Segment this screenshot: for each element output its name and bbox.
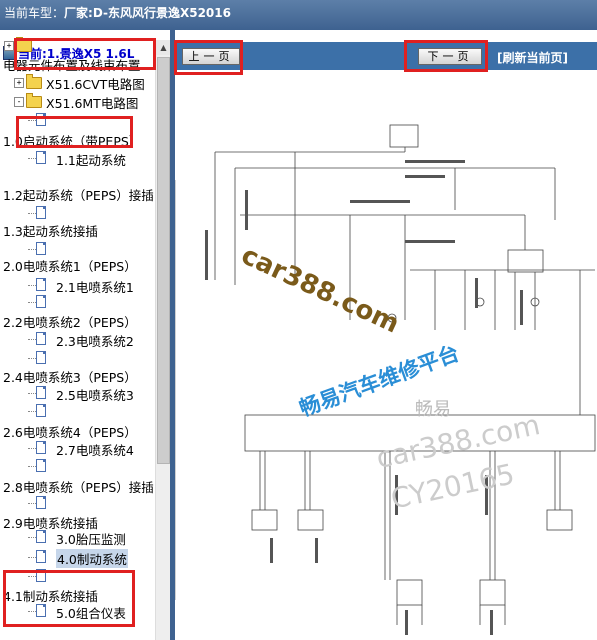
document-icon — [36, 459, 46, 472]
tree-item-label: 1.3起动系统接插 — [3, 224, 98, 239]
tree-connector — [28, 302, 36, 303]
highlight-mt-folder — [16, 116, 133, 148]
refresh-page-link[interactable]: [刷新当前页] — [497, 49, 568, 66]
tree-item-label: 2.3电喷系统2 — [56, 334, 134, 349]
tree-connector — [28, 158, 36, 159]
watermark-brand: 畅易 — [415, 399, 451, 420]
tree-document[interactable]: 2.1电喷系统1 — [0, 277, 155, 295]
tree-document[interactable]: 2.3电喷系统2 — [0, 331, 155, 349]
tree-category[interactable]: 2.6电喷系统4（PEPS） — [0, 422, 155, 440]
title-label: 当前车型： — [4, 6, 65, 20]
document-icon — [36, 404, 46, 417]
tree-document[interactable] — [0, 294, 155, 312]
highlight-prev — [174, 40, 243, 75]
tree-item-label: 1.1起动系统 — [56, 153, 126, 168]
folder-icon — [26, 93, 42, 108]
tree-category[interactable]: 1.2起动系统（PEPS）接插 — [0, 185, 155, 203]
tree-category[interactable]: 2.2电喷系统2（PEPS） — [0, 312, 155, 330]
expand-icon[interactable]: + — [4, 41, 14, 51]
document-icon — [36, 278, 46, 291]
tree-document[interactable]: 4.0制动系统 — [0, 549, 155, 568]
tree-item-label: 2.2电喷系统2（PEPS） — [3, 315, 137, 330]
tree-connector — [28, 448, 36, 449]
scroll-thumb[interactable] — [157, 57, 170, 464]
tree-connector — [28, 503, 36, 504]
tree-connector — [28, 537, 36, 538]
tree-item-label: 2.5电喷系统3 — [56, 388, 134, 403]
tree-document[interactable]: 2.5电喷系统3 — [0, 385, 155, 403]
tree-item-label: 2.8电喷系统（PEPS）接插 — [3, 480, 154, 495]
collapse-icon[interactable]: - — [14, 97, 24, 107]
tree-connector — [28, 393, 36, 394]
tree-folder[interactable]: - X51.6MT电路图 — [0, 93, 155, 111]
tree-folder[interactable]: + X51.6CVT电路图 — [0, 74, 155, 92]
tree-connector — [28, 249, 36, 250]
document-icon — [36, 530, 46, 543]
tree-document[interactable]: 3.0胎压监测 — [0, 529, 155, 547]
title-bar: 当前车型：厂家:D-东风风行景逸X52016 — [0, 0, 597, 30]
tree-category[interactable]: 2.0电喷系统1（PEPS） — [0, 256, 155, 274]
highlight-next — [404, 40, 488, 72]
wiring-diagram — [175, 124, 596, 635]
tree-item-label: 1.2起动系统（PEPS）接插 — [3, 188, 154, 203]
tree-connector — [28, 358, 36, 359]
tree-item-label: 2.6电喷系统4（PEPS） — [3, 425, 137, 440]
document-icon — [36, 550, 46, 563]
document-icon — [36, 386, 46, 399]
tree-document[interactable] — [0, 403, 155, 421]
tree-document[interactable] — [0, 458, 155, 476]
tree-connector — [28, 285, 36, 286]
tree-document[interactable] — [0, 495, 155, 513]
tree-connector — [28, 557, 36, 558]
document-icon — [36, 151, 46, 164]
highlight-root — [14, 38, 156, 70]
document-icon — [36, 242, 46, 255]
expand-icon[interactable]: + — [14, 78, 24, 88]
title-value: 厂家:D-东风风行景逸X52016 — [64, 6, 231, 20]
document-icon — [36, 206, 46, 219]
folder-icon — [26, 74, 42, 89]
highlight-brake — [3, 570, 135, 627]
tree-category[interactable]: 2.4电喷系统3（PEPS） — [0, 367, 155, 385]
tree-item-label: 2.7电喷系统4 — [56, 443, 134, 458]
tree-connector — [28, 466, 36, 467]
diagram-pane: 上一页 下一页 [刷新当前页] car388.com 畅易汽车维修平台 畅易 c… — [175, 30, 597, 640]
tree-document[interactable] — [0, 350, 155, 368]
document-icon — [36, 332, 46, 345]
tree-connector — [28, 339, 36, 340]
tree-document[interactable]: 1.1起动系统 — [0, 150, 155, 168]
tree-item-label: 4.0制动系统 — [56, 549, 128, 568]
document-icon — [36, 496, 46, 509]
document-icon — [36, 351, 46, 364]
tree-category[interactable]: 1.3起动系统接插 — [0, 221, 155, 239]
tree-connector — [28, 411, 36, 412]
document-icon — [36, 295, 46, 308]
tree-category[interactable]: 2.8电喷系统（PEPS）接插 — [0, 477, 155, 495]
tree-scrollbar[interactable]: ▲ — [155, 40, 171, 640]
document-icon — [36, 441, 46, 454]
tree-item-label: 2.0电喷系统1（PEPS） — [3, 259, 137, 274]
tree-item-label: 2.4电喷系统3（PEPS） — [3, 370, 137, 385]
tree-connector — [28, 213, 36, 214]
tree-document[interactable]: 2.7电喷系统4 — [0, 440, 155, 458]
tree-item-label: 3.0胎压监测 — [56, 532, 126, 547]
tree-item-label: X51.6CVT电路图 — [46, 77, 145, 92]
tree-item-label: X51.6MT电路图 — [46, 96, 139, 111]
scroll-up-arrow-icon[interactable]: ▲ — [156, 40, 171, 55]
